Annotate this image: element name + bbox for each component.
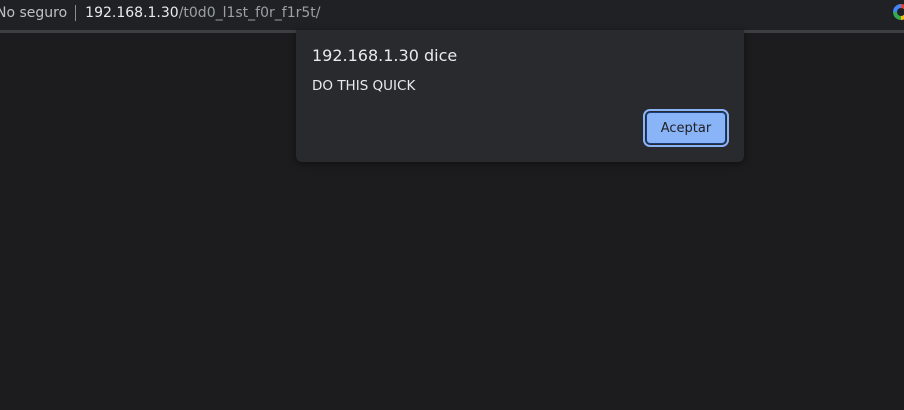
google-icon[interactable] (893, 4, 904, 20)
security-indicator[interactable]: No seguro (0, 5, 67, 21)
browser-toolbar: No seguro 192.168.1.30/t0d0_l1st_f0r_f1r… (0, 0, 904, 30)
address-bar[interactable]: No seguro 192.168.1.30/t0d0_l1st_f0r_f1r… (0, 0, 320, 26)
alert-dialog: 192.168.1.30 dice DO THIS QUICK Aceptar (296, 30, 744, 162)
address-separator (75, 5, 77, 21)
url-path[interactable]: /t0d0_l1st_f0r_f1r5t/ (179, 5, 321, 21)
dialog-title: 192.168.1.30 dice (312, 46, 458, 65)
dialog-message: DO THIS QUICK (312, 78, 416, 94)
accept-button[interactable]: Aceptar (643, 109, 729, 147)
url-host[interactable]: 192.168.1.30 (85, 5, 179, 21)
